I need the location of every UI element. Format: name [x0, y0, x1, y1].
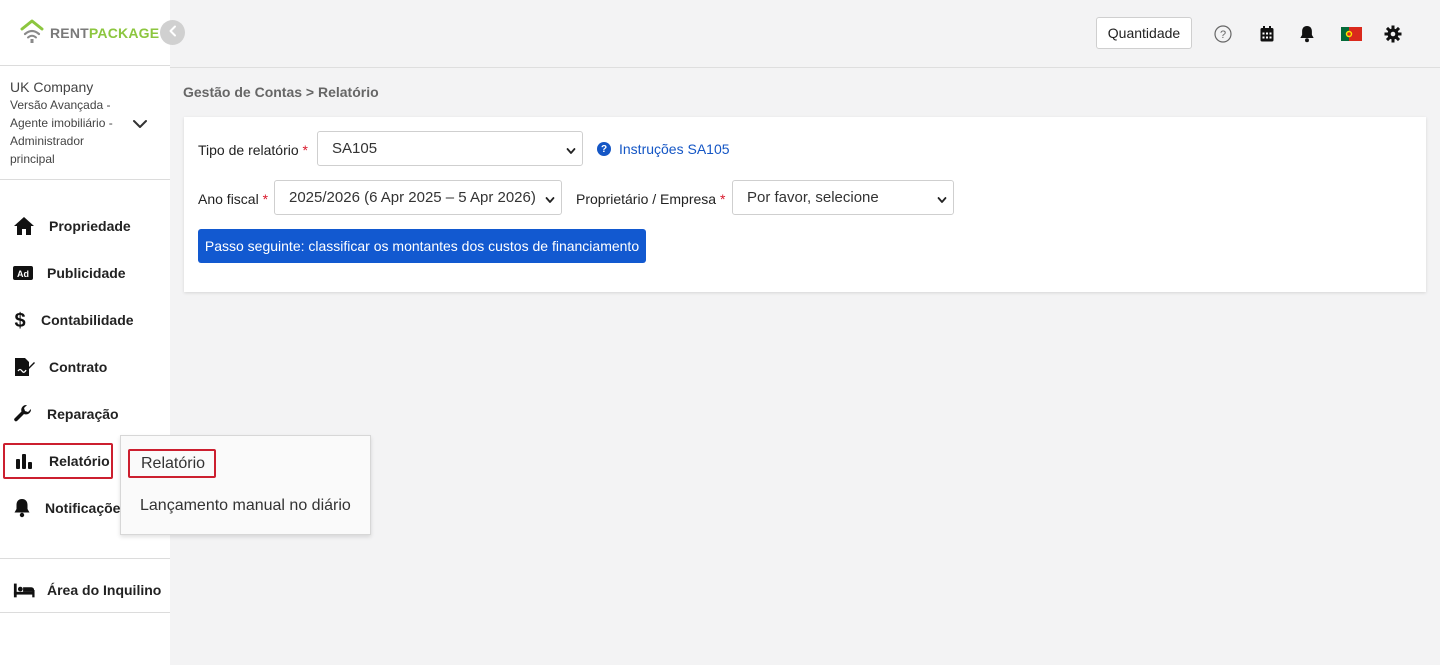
report-type-label: Tipo de relatório *: [198, 142, 308, 158]
sidebar-item-publicidade[interactable]: Ad Publicidade: [3, 255, 126, 291]
logo-text-package: PACKAGE: [88, 25, 160, 41]
bell-icon[interactable]: [1297, 24, 1317, 44]
instructions-link[interactable]: ? Instruções SA105: [597, 141, 730, 157]
sidebar-item-contrato[interactable]: Contrato: [3, 349, 113, 385]
wrench-icon: [13, 403, 33, 425]
gear-icon[interactable]: [1383, 24, 1403, 44]
home-icon: [13, 215, 35, 237]
chevron-down-icon: [545, 192, 555, 209]
sidebar-item-label: Área do Inquilino: [47, 582, 162, 598]
portugal-flag-icon[interactable]: [1340, 24, 1362, 44]
account-role: Versão Avançada - Agente imobiliário - A…: [10, 98, 113, 166]
submenu-item-relatorio[interactable]: Relatório: [128, 449, 216, 478]
owner-label: Proprietário / Empresa *: [576, 191, 726, 207]
chevron-left-icon: [167, 24, 179, 42]
breadcrumb: Gestão de Contas > Relatório: [183, 84, 379, 100]
sidebar-item-label: Publicidade: [47, 265, 126, 281]
report-type-select[interactable]: SA105: [317, 131, 583, 166]
report-type-value: SA105: [332, 140, 378, 157]
sidebar-item-label: Notificações: [45, 500, 129, 516]
chevron-down-icon: [566, 143, 576, 160]
instructions-link-text: Instruções SA105: [619, 141, 730, 157]
sidebar-item-relatorio[interactable]: Relatório: [3, 443, 113, 479]
report-form-card: Tipo de relatório * SA105 ? Instruções S…: [184, 117, 1426, 292]
sidebar-item-label: Contrato: [49, 359, 108, 375]
bell-icon: [13, 497, 31, 519]
report-submenu: Relatório Lançamento manual no diário: [120, 435, 371, 535]
chevron-down-icon[interactable]: [132, 116, 148, 134]
divider: [0, 179, 170, 180]
quantity-button[interactable]: Quantidade: [1096, 17, 1192, 49]
svg-text:$: $: [14, 310, 25, 331]
bar-chart-icon: [13, 450, 35, 472]
logo-text-rent: RENT: [50, 25, 89, 41]
bed-icon: [13, 579, 35, 601]
divider: [0, 558, 170, 559]
next-step-button[interactable]: Passo seguinte: classificar os montantes…: [198, 229, 646, 263]
wifi-home-logo-icon: [18, 17, 46, 50]
sidebar-item-label: Reparação: [47, 406, 119, 422]
contract-icon: [13, 356, 35, 378]
question-circle-icon: ?: [597, 142, 611, 156]
logo[interactable]: RENTPACKAGE: [18, 18, 159, 48]
svg-text:Ad: Ad: [17, 269, 29, 279]
divider: [0, 612, 170, 613]
sidebar-item-label: Relatório: [49, 453, 110, 469]
sidebar-item-contabilidade[interactable]: $ Contabilidade: [3, 302, 133, 338]
svg-text:?: ?: [1220, 29, 1226, 41]
sidebar-item-label: Contabilidade: [41, 312, 134, 328]
fiscal-year-select[interactable]: 2025/2026 (6 Apr 2025 – 5 Apr 2026): [274, 180, 562, 215]
calendar-icon[interactable]: [1257, 24, 1277, 44]
sidebar-item-propriedade[interactable]: Propriedade: [3, 208, 131, 244]
owner-value: Por favor, selecione: [747, 189, 879, 206]
account-switcher[interactable]: UK Company Versão Avançada - Agente imob…: [10, 78, 160, 168]
submenu-item-manual-journal[interactable]: Lançamento manual no diário: [140, 497, 351, 515]
collapse-sidebar-button[interactable]: [160, 20, 185, 45]
sidebar-item-notificacoes[interactable]: Notificações: [3, 490, 128, 526]
owner-select[interactable]: Por favor, selecione: [732, 180, 954, 215]
chevron-down-icon: [937, 192, 947, 209]
required-mark: *: [302, 142, 308, 158]
required-mark: *: [719, 191, 726, 207]
help-icon[interactable]: ?: [1213, 24, 1233, 44]
sidebar-item-reparacao[interactable]: Reparação: [3, 396, 119, 432]
fiscal-year-label: Ano fiscal *: [198, 191, 269, 207]
sidebar-item-area-do-inquilino[interactable]: Área do Inquilino: [3, 572, 168, 608]
company-name: UK Company: [10, 79, 94, 95]
sidebar: RENTPACKAGE UK Company Versão Avançada -…: [0, 0, 185, 665]
ad-icon: Ad: [13, 262, 33, 284]
required-mark: *: [262, 191, 269, 207]
header: Quantidade ?: [170, 0, 1440, 68]
sidebar-item-label: Propriedade: [49, 218, 131, 234]
dollar-icon: $: [13, 309, 27, 331]
divider: [0, 65, 170, 66]
fiscal-year-value: 2025/2026 (6 Apr 2025 – 5 Apr 2026): [289, 189, 536, 206]
